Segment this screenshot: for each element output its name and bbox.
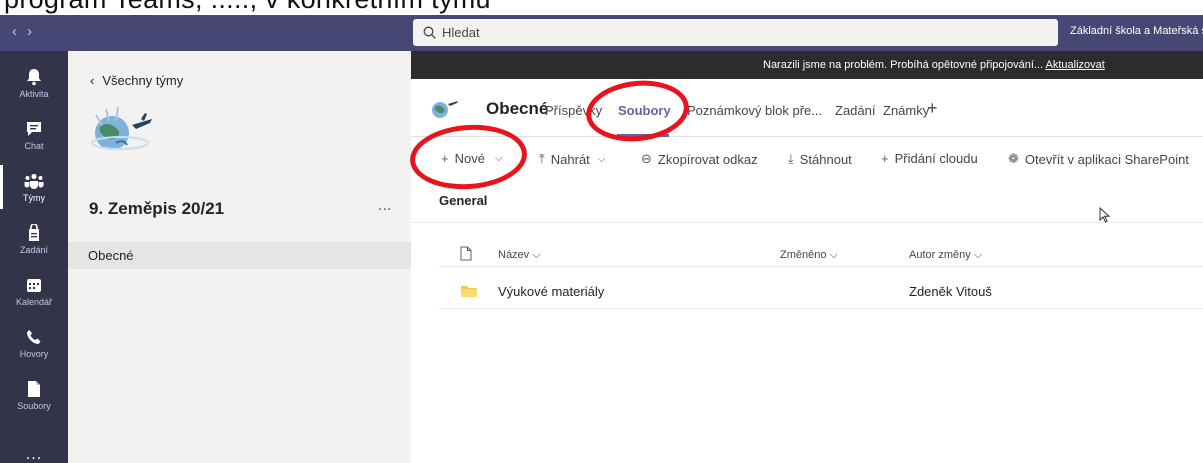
rail-label: Týmy (23, 193, 45, 203)
search-icon (423, 26, 436, 39)
main-content: Obecné Příspěvky Soubory Poznámkový blok… (411, 79, 1203, 463)
channel-header: Obecné Příspěvky Soubory Poznámkový blok… (411, 79, 1203, 137)
rail-label: Aktivita (19, 89, 49, 99)
rail-label: Soubory (17, 401, 51, 411)
rail-item-activity[interactable]: Aktivita (0, 55, 68, 111)
rail-item-chat[interactable]: Chat (0, 107, 68, 163)
link-icon: ⊖ (641, 151, 652, 166)
chevron-down-icon: ⌵ (532, 249, 541, 261)
column-header-name[interactable]: Název ⌵ (498, 249, 541, 262)
rail-label: Zadání (19, 245, 49, 255)
back-arrow-icon[interactable]: ‹ (12, 23, 27, 40)
more-apps-button[interactable]: ... (0, 446, 68, 463)
divider (439, 308, 1203, 309)
tab-grades[interactable]: Známky (883, 103, 929, 118)
download-button[interactable]: ⤓ Stáhnout (788, 151, 852, 167)
chevron-down-icon: ⌵ (597, 153, 606, 165)
mouse-cursor-icon (1099, 207, 1111, 223)
channel-team-icon (432, 101, 458, 118)
rail-item-files[interactable]: Soubory (0, 367, 68, 423)
tab-notebook[interactable]: Poznámkový blok pře... (687, 103, 822, 118)
rail-label: Kalendář (15, 297, 53, 307)
upload-label: Nahrát (550, 151, 590, 167)
file-icon (28, 381, 40, 397)
plus-icon: + (881, 151, 889, 166)
divider (439, 266, 1203, 267)
add-cloud-label: Přidání cloudu (894, 151, 978, 166)
calendar-icon (27, 279, 41, 292)
assignments-icon (29, 224, 39, 241)
all-teams-link[interactable]: ‹ Všechny týmy (90, 73, 183, 88)
team-pane: ‹ Všechny týmy 9. Zeměpis 20/21 ... Obecn… (68, 51, 411, 463)
phone-icon (27, 330, 41, 344)
rail-label: Chat (24, 141, 44, 151)
teams-icon (24, 173, 44, 189)
channel-title: Obecné (486, 99, 549, 118)
tab-assignments[interactable]: Zadání (835, 103, 875, 118)
col-author-label: Autor změny (909, 249, 971, 261)
chat-icon (27, 122, 41, 136)
folder-breadcrumb[interactable]: General (439, 193, 487, 208)
sharepoint-icon: ❁ (1008, 151, 1019, 166)
search-placeholder: Hledat (442, 25, 480, 40)
copy-link-button[interactable]: ⊖ Zkopírovat odkaz (641, 151, 758, 167)
banner-text: Narazili jsme na problém. Probíhá opětov… (763, 59, 1044, 71)
caption-strip: program Teams, ....., v konkrétním týmu (0, 0, 1203, 15)
refresh-link[interactable]: Aktualizovat (1046, 59, 1105, 71)
forward-arrow-icon[interactable]: › (27, 23, 42, 40)
file-row-name[interactable]: Výukové materiály (498, 284, 604, 299)
chevron-down-icon: ⌵ (829, 249, 838, 261)
rail-item-calls[interactable]: Hovory (0, 315, 68, 371)
bell-icon (27, 69, 41, 86)
divider (411, 222, 1203, 223)
rail-item-assignments[interactable]: Zadání (0, 211, 68, 267)
col-name-label: Název (498, 249, 530, 261)
caption-text: program Teams, ....., v konkrétním týmu (4, 0, 491, 15)
add-tab-button[interactable]: + (927, 98, 938, 119)
app-rail: Aktivita Chat Týmy Zadání Kalendář Hovor… (0, 51, 68, 463)
team-logo (91, 106, 152, 150)
channel-item-general[interactable]: Obecné (68, 242, 411, 269)
add-cloud-button[interactable]: + Přidání cloudu (881, 151, 978, 166)
team-name: 9. Zeměpis 20/21 (89, 199, 225, 218)
files-toolbar: + Nové ⌵ ⤒ Nahrát ⌵ ⊖ Zkopírovat odkaz ⤓ Stáhn… (411, 137, 1203, 181)
upload-icon: ⤒ (539, 151, 545, 166)
upload-button[interactable]: ⤒ Nahrát ⌵ (539, 151, 605, 167)
file-type-icon (460, 246, 472, 261)
download-label: Stáhnout (799, 151, 852, 167)
reconnect-banner: Narazili jsme na problém. Probíhá opětov… (411, 51, 1203, 79)
chevron-left-icon: ‹ (90, 73, 95, 88)
team-more-button[interactable]: ... (378, 197, 391, 215)
open-sharepoint-button[interactable]: ❁ Otevřít v aplikaci SharePoint (1008, 151, 1189, 167)
rail-item-calendar[interactable]: Kalendář (0, 263, 68, 319)
folder-icon (461, 286, 477, 297)
copy-link-label: Zkopírovat odkaz (657, 151, 758, 167)
chevron-down-icon: ⌵ (973, 249, 983, 261)
history-nav: ‹› (12, 23, 42, 40)
column-header-modified[interactable]: Změněno ⌵ (780, 249, 838, 262)
title-bar: ‹› Hledat Základní škola a Mateřská š (0, 15, 1203, 51)
file-row-author: Zdeněk Vitouš (909, 284, 992, 299)
org-name[interactable]: Základní škola a Mateřská š (1070, 25, 1203, 37)
rail-label: Hovory (19, 349, 49, 359)
search-input[interactable]: Hledat (413, 19, 1058, 46)
column-header-author[interactable]: Autor změny ⌵ (909, 249, 982, 262)
rail-item-teams[interactable]: Týmy (0, 159, 68, 215)
download-icon: ⤓ (788, 151, 794, 166)
all-teams-label: Všechny týmy (102, 73, 184, 88)
col-modified-label: Změněno (780, 249, 827, 261)
open-sharepoint-label: Otevřít v aplikaci SharePoint (1024, 151, 1189, 167)
